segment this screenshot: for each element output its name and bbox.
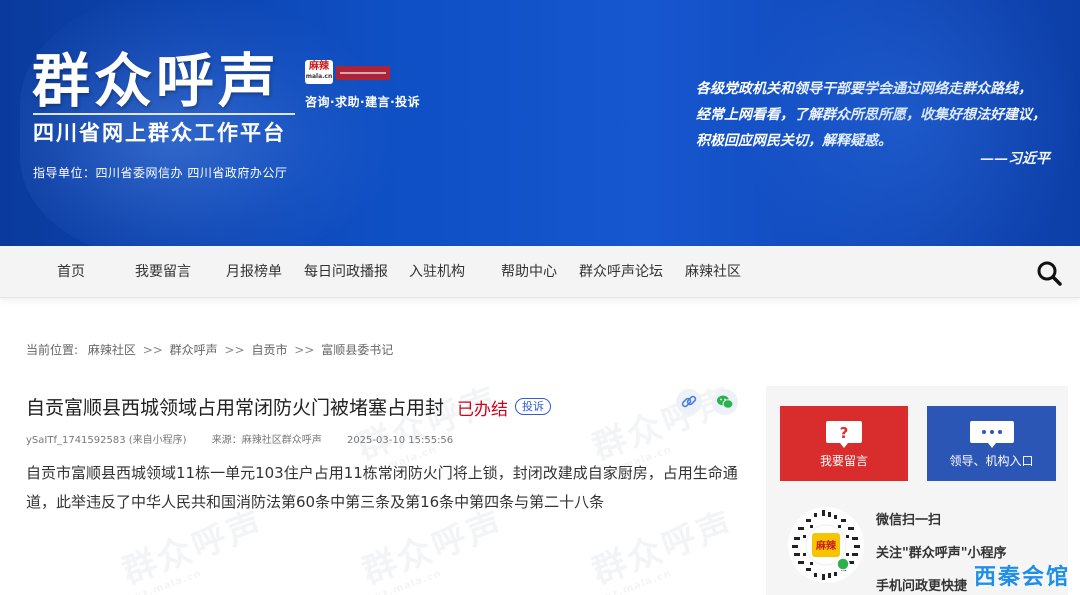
site-subtitle: 四川省网上群众工作平台	[33, 113, 295, 147]
breadcrumb-item-qzhs[interactable]: 群众呼声	[170, 343, 218, 357]
breadcrumb-separator: >>	[142, 343, 163, 357]
site-logo-title[interactable]: 群众呼声	[32, 52, 280, 110]
breadcrumb-separator: >>	[294, 343, 315, 357]
watermark-text: 群众呼声	[356, 504, 510, 593]
qr-center-logo: 麻辣	[815, 539, 837, 552]
nav-item-leave-message[interactable]: 我要留言	[135, 246, 191, 298]
nav-item-daily-report[interactable]: 每日问政播报	[304, 246, 388, 298]
mala-logo-text: 麻辣	[309, 61, 329, 72]
nav-item-forum[interactable]: 群众呼声论坛	[579, 246, 663, 298]
quote-line: 经常上网看看，了解群众所思所愿，收集好想法好建议，	[696, 107, 1046, 123]
leader-org-entry-button[interactable]: 领导、机构入口	[927, 406, 1056, 481]
qr-caption-mobile: 手机问政更快捷	[876, 579, 968, 594]
link-icon	[681, 395, 697, 408]
corner-watermark-logo: 西秦会馆	[973, 565, 1070, 590]
nav-item-monthly-ranking[interactable]: 月报榜单	[226, 246, 282, 298]
mala-logo-badge: 麻辣 mala.cn	[305, 60, 333, 84]
article-meta: ySaITf_1741592583 (来自小程序) 来源：麻辣社区群众呼声 20…	[26, 431, 475, 446]
breadcrumb-prefix: 当前位置:	[26, 343, 79, 357]
site-tagline: 咨询·求助·建言·投诉	[305, 95, 421, 109]
article-title: 自贡富顺县西城领域占用常闭防火门被堵塞占用封	[26, 397, 445, 419]
breadcrumb-item-zigong[interactable]: 自贡市	[251, 343, 287, 357]
question-icon: ?	[826, 421, 862, 448]
leave-message-button[interactable]: ? 我要留言	[780, 406, 908, 481]
mini-program-qr-code: 麻辣	[788, 507, 864, 583]
logo-decor-bar	[336, 66, 390, 80]
main-nav: 首页 我要留言 月报榜单 每日问政播报 入驻机构 帮助中心 群众呼声论坛 麻辣社…	[0, 246, 1080, 298]
breadcrumb-separator: >>	[224, 343, 245, 357]
watermark-sub: wz.mala.cn	[130, 568, 204, 595]
article-source: 来源：麻辣社区群众呼声	[211, 435, 322, 446]
svg-text:?: ?	[840, 424, 849, 442]
share-link-button[interactable]	[676, 389, 702, 415]
nav-item-institutions[interactable]: 入驻机构	[409, 246, 465, 298]
watermark-sub: wz.mala.cn	[600, 568, 674, 595]
nav-item-mala-community[interactable]: 麻辣社区	[685, 246, 741, 298]
breadcrumb: 当前位置: 麻辣社区 >> 群众呼声 >> 自贡市 >> 富顺县委书记	[26, 341, 393, 358]
mala-logo-sub: mala.cn	[305, 73, 333, 80]
quote-author: ——习近平	[980, 151, 1050, 167]
nav-item-home[interactable]: 首页	[57, 246, 85, 298]
complain-button[interactable]: 投诉	[515, 398, 551, 415]
article-body: 自贡市富顺县西城领域11栋一单元103住户占用11栋常闭防火门将上锁，封闭改建成…	[26, 464, 738, 511]
search-icon[interactable]	[1036, 260, 1062, 286]
banner-quote: 各级党政机关和领导干部要学会通过网络走群众路线， 经常上网看看，了解群众所思所愿…	[696, 76, 1066, 154]
status-badge: 已办结	[457, 400, 508, 420]
watermark-sub: wz.mala.cn	[370, 568, 444, 595]
watermark-text: 群众呼声	[116, 504, 270, 593]
article-author: ySaITf_1741592583 (来自小程序)	[26, 435, 187, 446]
leave-message-label: 我要留言	[819, 454, 868, 468]
quote-line: 积极回应网民关切，解释疑惑。	[696, 133, 892, 149]
wechat-icon	[717, 395, 734, 409]
chat-bubble-icon	[969, 421, 1014, 448]
leader-org-entry-label: 领导、机构入口	[949, 454, 1034, 468]
header-banner: 群众呼声 麻辣 mala.cn 咨询·求助·建言·投诉 四川省网上群众工作平台 …	[0, 0, 1080, 246]
watermark-text: 群众呼声	[586, 504, 740, 593]
guide-unit: 指导单位：四川省委网信办 四川省政府办公厅	[33, 166, 288, 180]
nav-item-help-center[interactable]: 帮助中心	[501, 246, 557, 298]
qr-caption-scan: 微信扫一扫	[876, 513, 942, 528]
breadcrumb-item-mala[interactable]: 麻辣社区	[88, 343, 136, 357]
article-datetime: 2025-03-10 15:55:56	[346, 435, 454, 446]
share-wechat-button[interactable]	[712, 389, 738, 415]
quote-line: 各级党政机关和领导干部要学会通过网络走群众路线，	[696, 81, 1032, 97]
breadcrumb-item-secretary[interactable]: 富顺县委书记	[321, 343, 393, 357]
qr-code-icon: 麻辣	[792, 510, 860, 580]
